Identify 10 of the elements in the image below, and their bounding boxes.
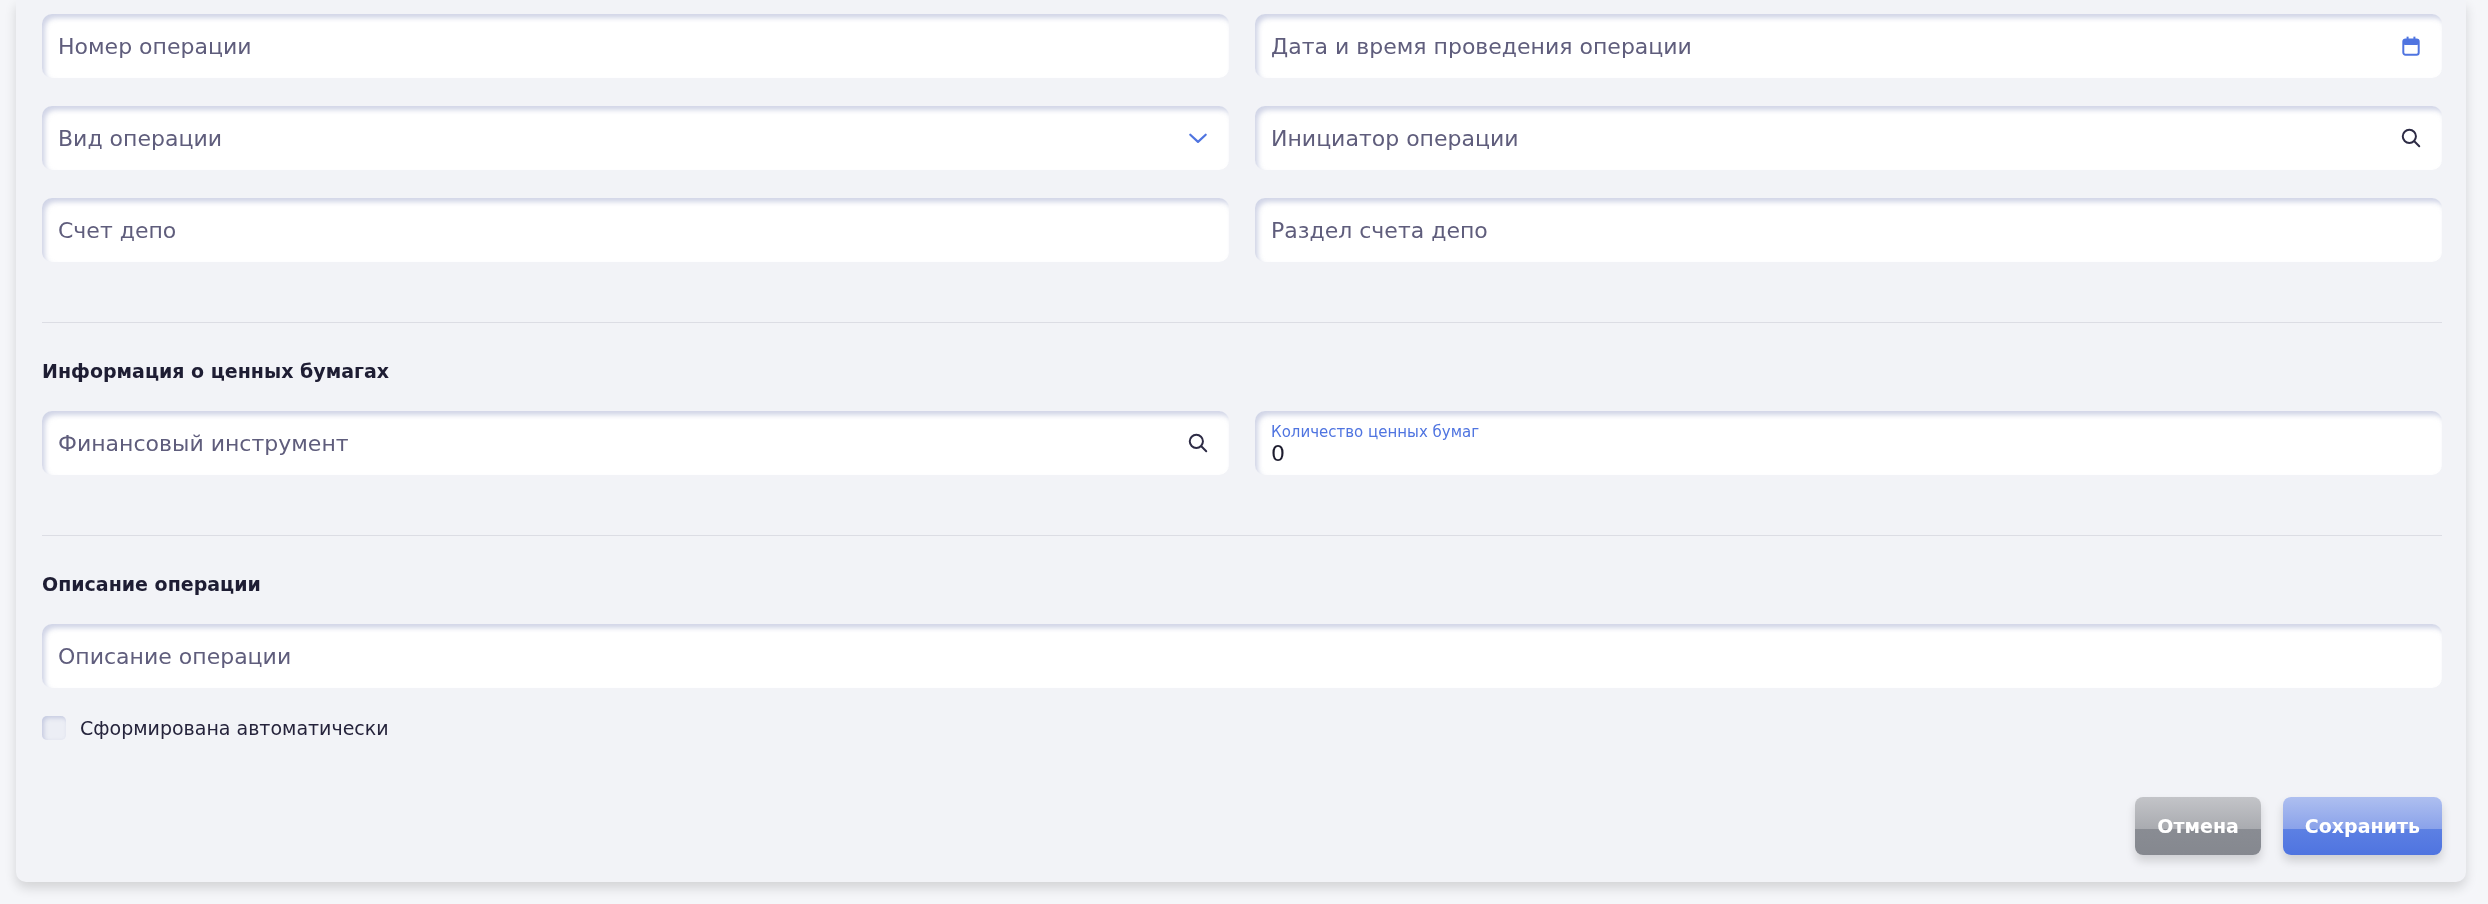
field-label: Количество ценных бумаг	[1271, 422, 1481, 441]
checkbox-label: Сформирована автоматически	[80, 717, 389, 739]
checkbox[interactable]	[42, 716, 66, 740]
text-input[interactable]: 0	[1271, 440, 2422, 466]
search-icon[interactable]	[1187, 432, 1209, 454]
section-heading: Описание операции	[42, 572, 262, 596]
number-field[interactable]: Количество ценных бумаг 0	[1255, 411, 2442, 475]
search-icon[interactable]	[2400, 127, 2422, 149]
calendar-icon[interactable]	[2400, 35, 2422, 57]
section-heading: Информация о ценных бумагах	[42, 359, 391, 383]
